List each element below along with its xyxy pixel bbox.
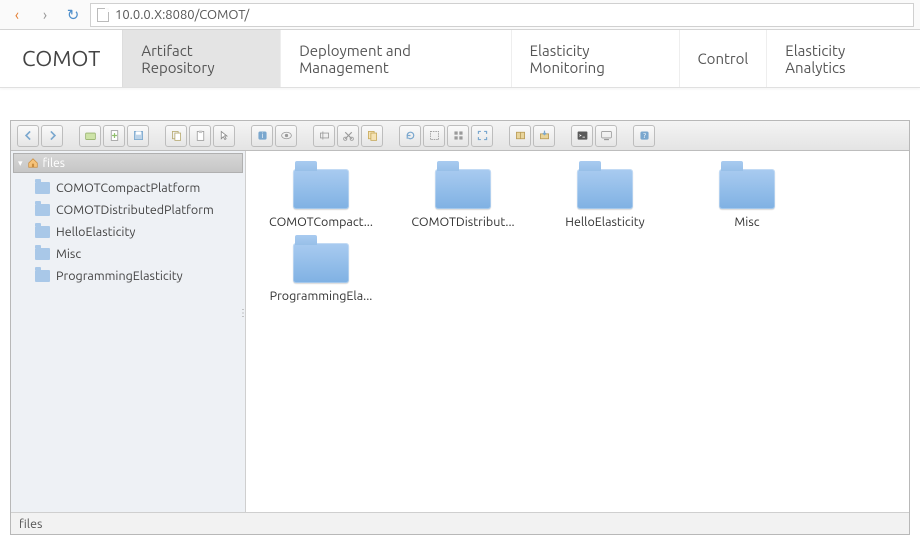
tab-control[interactable]: Control xyxy=(679,30,767,87)
refresh-button[interactable] xyxy=(399,125,421,147)
select-all-button[interactable] xyxy=(423,125,445,147)
resize-handle[interactable]: ⋮ xyxy=(238,311,241,325)
folder-icon xyxy=(35,270,50,282)
duplicate-button[interactable] xyxy=(361,125,383,147)
folder-item[interactable]: HelloElasticity xyxy=(540,165,670,229)
folder-label: HelloElasticity xyxy=(565,215,644,229)
desktop-button[interactable] xyxy=(595,125,617,147)
svg-text:?: ? xyxy=(643,132,646,140)
folder-icon xyxy=(435,169,491,209)
tab-artifact-repository[interactable]: Artifact Repository xyxy=(122,30,280,87)
toolbar: i ? xyxy=(11,121,909,151)
nav-forward-button[interactable] xyxy=(41,125,63,147)
save-button[interactable] xyxy=(127,125,149,147)
pointer-button[interactable] xyxy=(213,125,235,147)
reload-button[interactable]: ↻ xyxy=(62,4,84,26)
tree-root-label: files xyxy=(43,157,65,170)
status-text: files xyxy=(19,517,42,531)
forward-button[interactable]: › xyxy=(34,4,56,26)
new-folder-button[interactable] xyxy=(79,125,101,147)
tab-elasticity-monitoring[interactable]: Elasticity Monitoring xyxy=(511,30,679,87)
tree-item[interactable]: COMOTCompactPlatform xyxy=(11,177,245,199)
fullscreen-button[interactable] xyxy=(471,125,493,147)
folder-icon xyxy=(293,243,349,283)
folder-item[interactable]: COMOTCompact... xyxy=(256,165,386,229)
folder-label: ProgrammingEla... xyxy=(270,289,373,303)
folder-item[interactable]: Misc xyxy=(682,165,812,229)
browser-bar: ‹ › ↻ 10.0.0.X:8080/COMOT/ xyxy=(0,0,920,30)
folder-label: Misc xyxy=(734,215,759,229)
back-button[interactable]: ‹ xyxy=(6,4,28,26)
folder-icon xyxy=(35,204,50,216)
brand: COMOT xyxy=(0,30,122,87)
nav-tabs: Artifact Repository Deployment and Manag… xyxy=(122,30,920,87)
preview-button[interactable] xyxy=(275,125,297,147)
chevron-down-icon: ▾ xyxy=(18,158,23,169)
url-text: 10.0.0.X:8080/COMOT/ xyxy=(115,8,249,22)
cut-button[interactable] xyxy=(337,125,359,147)
tree-item[interactable]: COMOTDistributedPlatform xyxy=(11,199,245,221)
tree-root[interactable]: ▾ files xyxy=(13,153,243,173)
folder-icon xyxy=(293,169,349,209)
terminal-button[interactable] xyxy=(571,125,593,147)
info-button[interactable]: i xyxy=(251,125,273,147)
folder-icon xyxy=(35,248,50,260)
compress-button[interactable] xyxy=(509,125,531,147)
folder-label: COMOTCompact... xyxy=(269,215,373,229)
home-icon xyxy=(27,158,39,168)
folder-icon xyxy=(719,169,775,209)
help-button[interactable]: ? xyxy=(633,125,655,147)
folder-icon xyxy=(577,169,633,209)
sidebar: ▾ files COMOTCompactPlatform COMOTDistri… xyxy=(11,151,246,512)
folder-icon xyxy=(35,226,50,238)
status-bar: files xyxy=(11,512,909,534)
content-pane[interactable]: COMOTCompact... COMOTDistribut... HelloE… xyxy=(246,151,909,512)
folder-label: COMOTDistribut... xyxy=(411,215,514,229)
header-nav: COMOT Artifact Repository Deployment and… xyxy=(0,30,920,88)
nav-back-button[interactable] xyxy=(17,125,39,147)
tab-elasticity-analytics[interactable]: Elasticity Analytics xyxy=(766,30,920,87)
copy-button[interactable] xyxy=(165,125,187,147)
folder-item[interactable]: COMOTDistribut... xyxy=(398,165,528,229)
file-manager: i ? xyxy=(10,120,910,535)
tree-item[interactable]: Misc xyxy=(11,243,245,265)
svg-text:i: i xyxy=(261,132,263,140)
url-bar[interactable]: 10.0.0.X:8080/COMOT/ xyxy=(90,3,914,27)
extract-button[interactable] xyxy=(533,125,555,147)
new-file-button[interactable] xyxy=(103,125,125,147)
tree-item[interactable]: ProgrammingElasticity xyxy=(11,265,245,287)
page-icon xyxy=(97,8,109,22)
rename-button[interactable] xyxy=(313,125,335,147)
tree-list: COMOTCompactPlatform COMOTDistributedPla… xyxy=(11,175,245,289)
tree-item[interactable]: HelloElasticity xyxy=(11,221,245,243)
paste-button[interactable] xyxy=(189,125,211,147)
grid-view-button[interactable] xyxy=(447,125,469,147)
folder-item[interactable]: ProgrammingEla... xyxy=(256,239,386,303)
tab-deployment-management[interactable]: Deployment and Management xyxy=(280,30,510,87)
folder-icon xyxy=(35,182,50,194)
